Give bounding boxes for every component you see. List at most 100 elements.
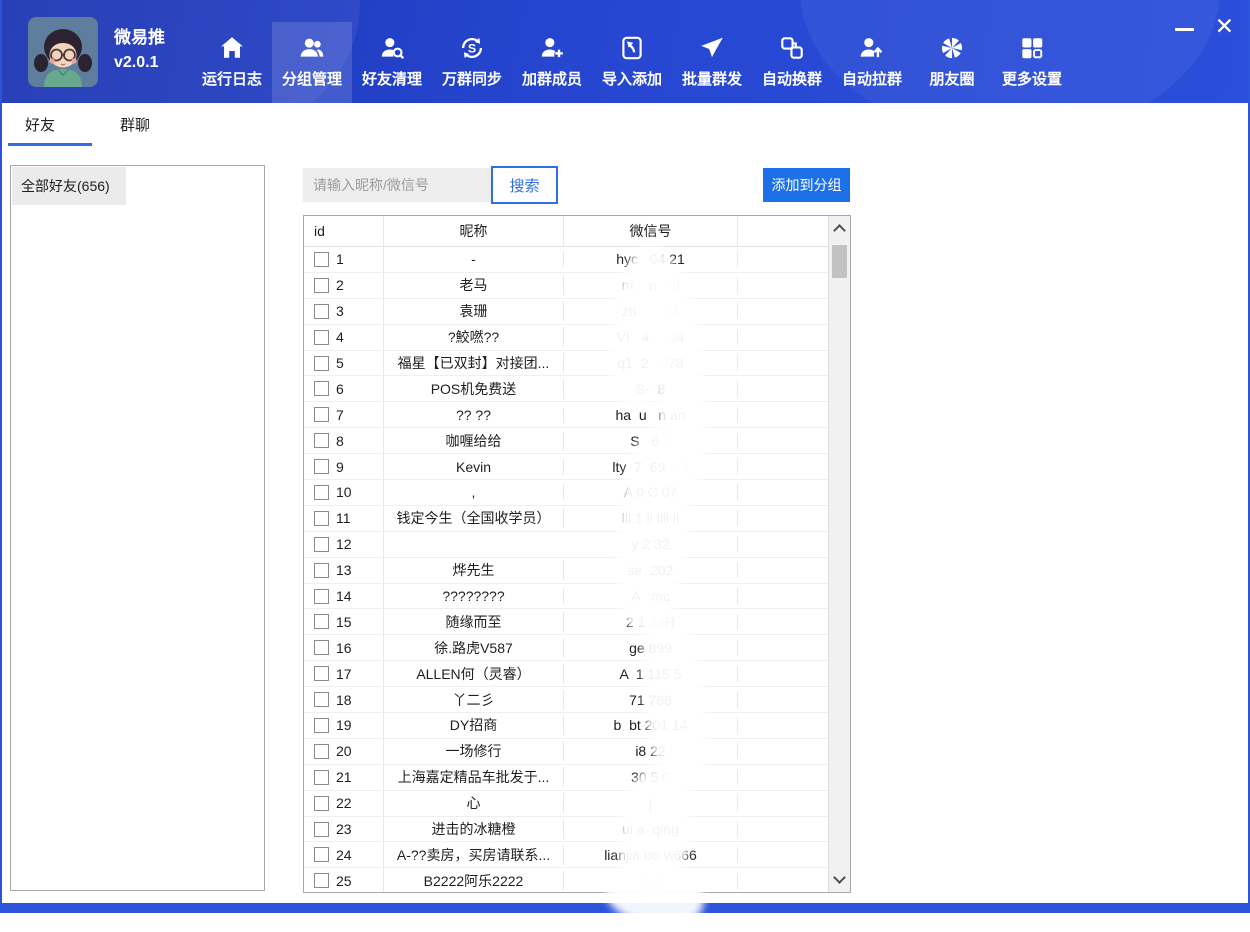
- table-row[interactable]: 20一场修行i8 22: [304, 739, 828, 765]
- send-icon: [698, 31, 726, 64]
- row-id: 9: [336, 459, 344, 475]
- row-nickname: ?鮫嘫??: [384, 327, 564, 347]
- row-checkbox[interactable]: [314, 304, 329, 319]
- row-checkbox[interactable]: [314, 381, 329, 396]
- table-row[interactable]: 13烨先生se 202: [304, 558, 828, 584]
- row-checkbox[interactable]: [314, 459, 329, 474]
- table-row[interactable]: 19DY招商b bt 201 14: [304, 713, 828, 739]
- row-checkbox[interactable]: [314, 822, 329, 837]
- row-wechat-id: i8 22: [564, 743, 738, 759]
- table-row[interactable]: 16徐.路虎V587ge 899: [304, 635, 828, 661]
- nav-item-send[interactable]: 批量群发: [672, 22, 752, 103]
- nav-item-grid[interactable]: 更多设置: [992, 22, 1072, 103]
- row-nickname: 徐.路虎V587: [384, 638, 564, 658]
- nav-item-label: 导入添加: [602, 68, 662, 89]
- add-to-group-button[interactable]: 添加到分组: [763, 168, 850, 202]
- table-scrollbar[interactable]: [828, 216, 850, 892]
- table-row[interactable]: 5福星【已双封】对接团...q1 2 378: [304, 351, 828, 377]
- row-checkbox[interactable]: [314, 744, 329, 759]
- row-checkbox[interactable]: [314, 796, 329, 811]
- row-checkbox[interactable]: [314, 563, 329, 578]
- nav-item-user-add[interactable]: 加群成员: [512, 22, 592, 103]
- table-row[interactable]: 15随缘而至2 1 38H: [304, 609, 828, 635]
- user-add-icon: [538, 31, 566, 64]
- row-id-cell: 21: [304, 765, 384, 790]
- row-checkbox[interactable]: [314, 433, 329, 448]
- table-row[interactable]: 7?? ??ha u n an: [304, 402, 828, 428]
- table-row[interactable]: 21上海嘉定精品车批发于...30 5 0: [304, 765, 828, 791]
- row-nickname: ????????: [384, 588, 564, 604]
- table-row[interactable]: 10,A 0 C 07: [304, 480, 828, 506]
- row-checkbox[interactable]: [314, 589, 329, 604]
- table-row[interactable]: 18丫二彡71 766: [304, 687, 828, 713]
- row-wechat-id: lianjia uo vi666: [564, 847, 738, 863]
- row-checkbox[interactable]: [314, 537, 329, 552]
- row-wechat-id: q1 2 378: [564, 355, 738, 371]
- nav-item-aperture[interactable]: 朋友圈: [912, 22, 992, 103]
- row-nickname: 一场修行: [384, 741, 564, 761]
- table-row[interactable]: 12y 2 32: [304, 532, 828, 558]
- search-button[interactable]: 搜索: [491, 166, 558, 204]
- table-row[interactable]: 17ALLEN何（灵睿）A 1 115 5: [304, 661, 828, 687]
- minimize-button[interactable]: [1175, 28, 1194, 31]
- row-checkbox[interactable]: [314, 330, 329, 345]
- friend-groups-panel: 全部好友(656): [10, 165, 265, 891]
- search-input[interactable]: [303, 168, 491, 202]
- row-checkbox[interactable]: [314, 278, 329, 293]
- nav-item-users[interactable]: 分组管理: [272, 22, 352, 103]
- sidebar-item-all-friends[interactable]: 全部好友(656): [12, 167, 126, 205]
- row-checkbox[interactable]: [314, 847, 329, 862]
- table-row[interactable]: 9Kevinlty 7 69 44: [304, 454, 828, 480]
- row-id-cell: 16: [304, 635, 384, 660]
- close-button[interactable]: ✕: [1215, 15, 1234, 38]
- import-icon: [618, 31, 646, 64]
- table-row[interactable]: 6POS机免费送S- 8: [304, 376, 828, 402]
- table-row[interactable]: 24A-??卖房，买房请联系...lianjia uo vi666: [304, 842, 828, 868]
- scrollbar-thumb[interactable]: [832, 245, 847, 278]
- row-id-cell: 4: [304, 325, 384, 350]
- nav-item-import[interactable]: 导入添加: [592, 22, 672, 103]
- row-checkbox[interactable]: [314, 692, 329, 707]
- table-row[interactable]: 14????????A mc: [304, 584, 828, 610]
- tab-friends[interactable]: 好友: [25, 114, 55, 135]
- column-header-wechat-id: 微信号: [564, 216, 738, 246]
- scrollbar-up-arrow-icon[interactable]: [833, 224, 846, 237]
- row-checkbox[interactable]: [314, 718, 329, 733]
- scrollbar-down-arrow-icon[interactable]: [833, 871, 846, 884]
- row-checkbox[interactable]: [314, 511, 329, 526]
- table-row[interactable]: 22心j: [304, 791, 828, 817]
- row-checkbox[interactable]: [314, 666, 329, 681]
- table-row[interactable]: 8咖喱给给S 6 5: [304, 428, 828, 454]
- row-wechat-id: b bt 201 14: [564, 717, 738, 733]
- row-checkbox[interactable]: [314, 407, 329, 422]
- nav-item-sync[interactable]: S万群同步: [432, 22, 512, 103]
- table-row[interactable]: 23进击的冰糖橙ui a qing: [304, 817, 828, 843]
- row-checkbox[interactable]: [314, 252, 329, 267]
- nav-item-clone[interactable]: 自动换群: [752, 22, 832, 103]
- table-row[interactable]: 11钱定今生（全国收学员）lll 1 ll llll ll: [304, 506, 828, 532]
- row-wechat-id: 71 766: [564, 692, 738, 708]
- nav-item-user-search[interactable]: 好友清理: [352, 22, 432, 103]
- app-title: 微易推 v2.0.1: [114, 25, 165, 76]
- row-id: 4: [336, 329, 344, 345]
- row-checkbox[interactable]: [314, 485, 329, 500]
- row-checkbox[interactable]: [314, 356, 329, 371]
- row-checkbox[interactable]: [314, 770, 329, 785]
- nav-item-home[interactable]: 运行日志: [192, 22, 272, 103]
- nav-item-user-up[interactable]: 自动拉群: [832, 22, 912, 103]
- row-checkbox[interactable]: [314, 640, 329, 655]
- row-checkbox[interactable]: [314, 873, 329, 888]
- row-checkbox[interactable]: [314, 614, 329, 629]
- table-row[interactable]: 1-hyc 04 21: [304, 247, 828, 273]
- row-id-cell: 15: [304, 609, 384, 634]
- row-id-cell: 17: [304, 661, 384, 686]
- table-row[interactable]: 4?鮫嘫??VI 4 444: [304, 325, 828, 351]
- table-row[interactable]: 3袁珊zh 14: [304, 299, 828, 325]
- row-nickname: 随缘而至: [384, 612, 564, 632]
- aperture-icon: [938, 31, 966, 64]
- tab-group-chats[interactable]: 群聊: [120, 114, 150, 135]
- row-id-cell: 2: [304, 273, 384, 298]
- table-row[interactable]: 25B2222阿乐2222fb 5: [304, 868, 828, 892]
- row-id-cell: 6: [304, 376, 384, 401]
- table-row[interactable]: 2老马m n ui: [304, 273, 828, 299]
